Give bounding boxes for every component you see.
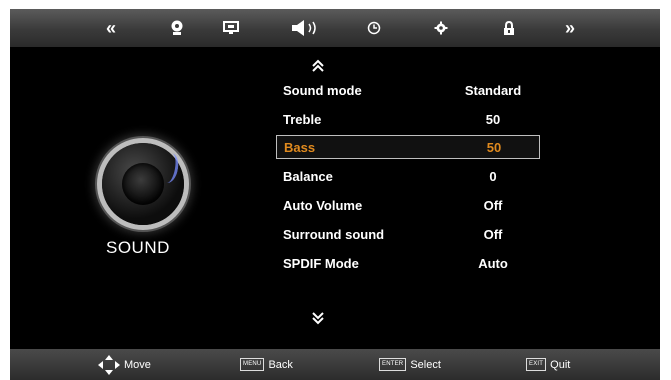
menu-item-value: 50 xyxy=(486,140,502,155)
quit-label: Quit xyxy=(550,358,571,371)
menu-item-sound-mode[interactable]: Sound mode Standard xyxy=(276,79,540,103)
menu-item-label: Surround sound xyxy=(283,227,385,242)
screen-icon[interactable] xyxy=(220,17,242,39)
menu-item-label: Bass xyxy=(284,140,316,155)
select-hint: ENTER Select xyxy=(379,358,441,371)
menu-item-bass[interactable]: Bass 50 xyxy=(276,135,540,159)
menu-item-label: Sound mode xyxy=(283,83,362,98)
scroll-down-icon[interactable] xyxy=(306,311,330,325)
time-icon[interactable] xyxy=(363,17,385,39)
picture-icon[interactable] xyxy=(166,17,188,39)
enter-key-icon: ENTER xyxy=(379,358,407,371)
menu-item-balance[interactable]: Balance 0 xyxy=(276,165,540,189)
top-menu-bar: « » xyxy=(10,9,660,47)
menu-item-auto-volume[interactable]: Auto Volume Off xyxy=(276,194,540,218)
back-label: Back xyxy=(268,358,293,371)
menu-item-spdif-mode[interactable]: SPDIF Mode Auto xyxy=(276,252,540,276)
menu-item-treble[interactable]: Treble 50 xyxy=(276,108,540,132)
next-page-icon[interactable]: » xyxy=(559,17,581,39)
setup-icon[interactable] xyxy=(430,17,452,39)
lock-icon[interactable] xyxy=(498,17,520,39)
menu-item-value: Off xyxy=(483,227,503,242)
menu-item-value: 50 xyxy=(485,112,501,127)
menu-item-label: Treble xyxy=(283,112,322,127)
move-label: Move xyxy=(124,359,151,371)
panel-title: SOUND xyxy=(106,238,170,257)
menu-item-surround-sound[interactable]: Surround sound Off xyxy=(276,223,540,247)
scroll-up-icon[interactable] xyxy=(306,59,330,73)
speaker-cone xyxy=(122,163,164,205)
menu-item-value: 0 xyxy=(489,169,497,184)
menu-item-label: Balance xyxy=(283,169,333,184)
bottom-hint-bar: Move MENU Back ENTER Select EXIT Quit xyxy=(10,349,660,380)
speaker-glint xyxy=(158,151,181,185)
menu-key-icon: MENU xyxy=(240,358,265,371)
menu-item-value: Auto xyxy=(478,256,508,271)
move-arrows-icon xyxy=(98,355,120,375)
menu-item-value: Off xyxy=(483,198,503,213)
quit-hint: EXIT Quit xyxy=(526,358,570,371)
back-hint: MENU Back xyxy=(240,358,293,371)
sound-icon[interactable] xyxy=(290,17,326,39)
menu-item-label: SPDIF Mode xyxy=(283,256,359,271)
menu-item-value: Standard xyxy=(464,83,522,98)
menu-item-label: Auto Volume xyxy=(283,198,363,213)
exit-key-icon: EXIT xyxy=(526,358,547,371)
speaker-icon xyxy=(102,143,184,225)
move-hint: Move xyxy=(98,355,151,375)
select-label: Select xyxy=(410,358,441,371)
sound-menu-window: « » SOUND Sound mode Standard Treble 50 … xyxy=(10,9,660,380)
prev-page-icon[interactable]: « xyxy=(100,17,122,39)
